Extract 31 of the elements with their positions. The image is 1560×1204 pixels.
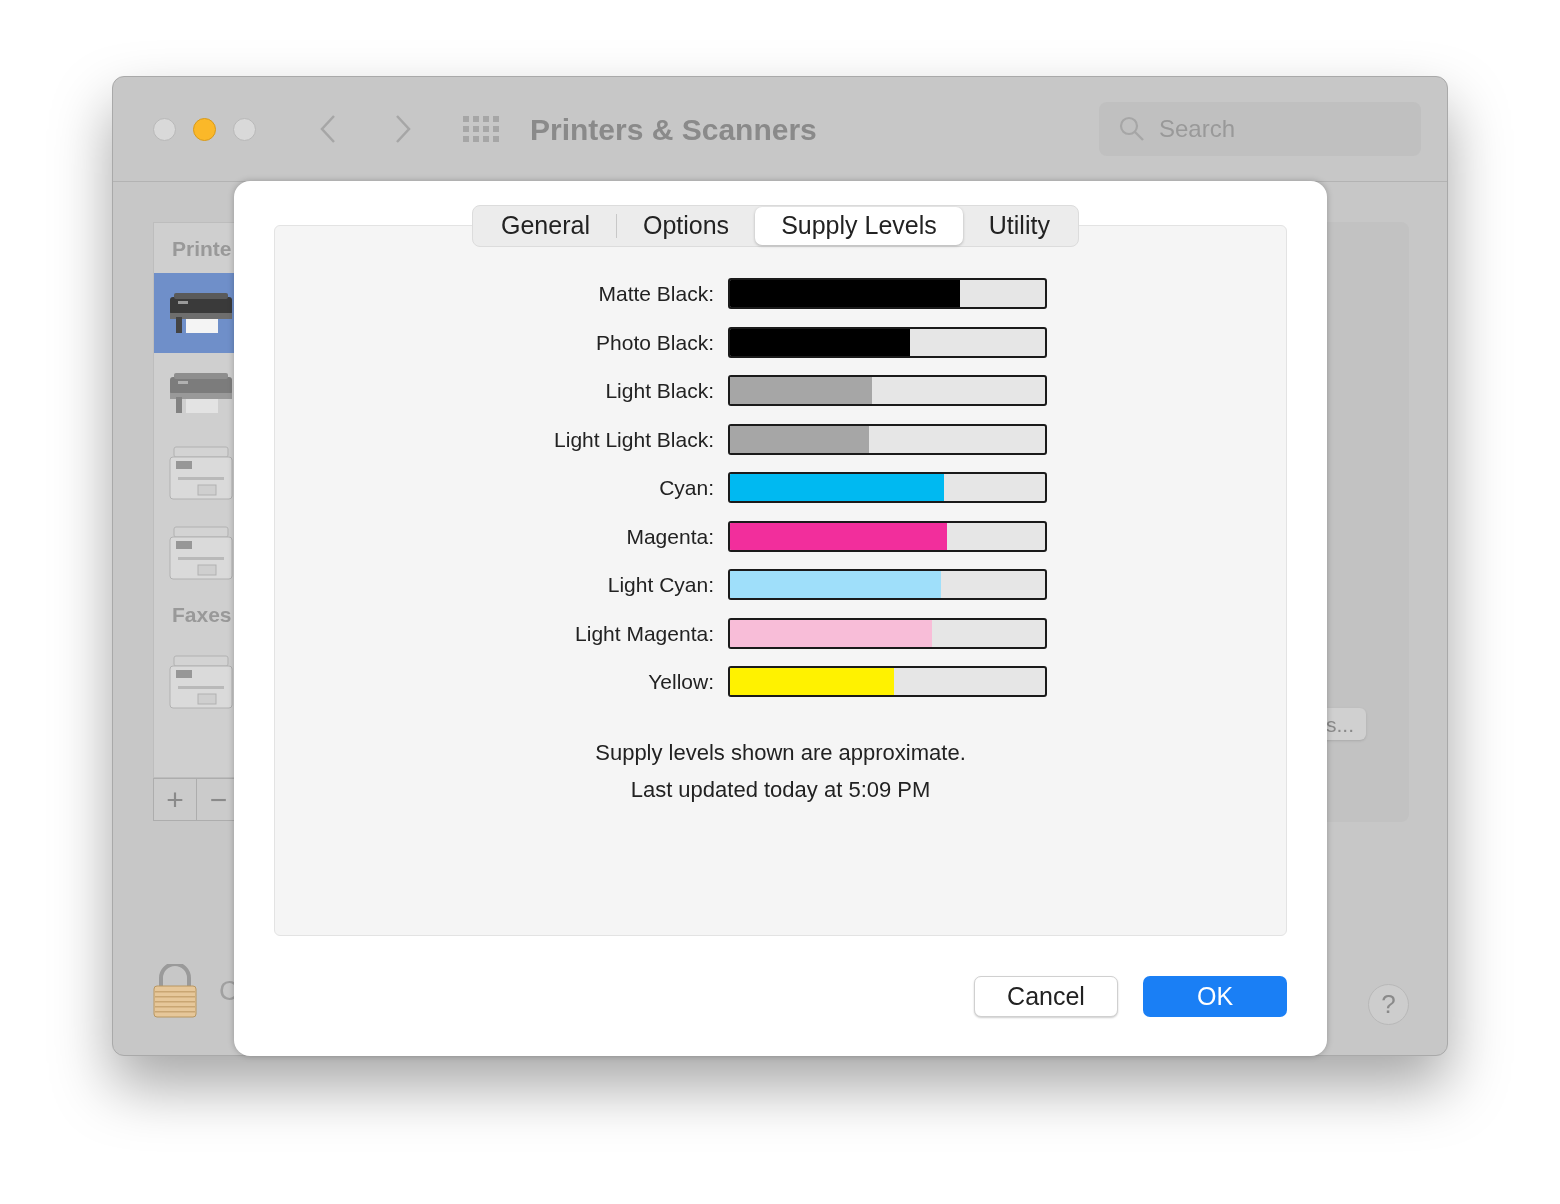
supply-label: Light Light Black: [553, 426, 715, 453]
minimize-button[interactable] [193, 117, 216, 141]
tab[interactable]: Options [616, 207, 756, 245]
forward-icon[interactable] [395, 114, 411, 144]
supply-label: Magenta: [625, 523, 715, 550]
tab[interactable]: Utility [962, 207, 1076, 245]
search-icon [1119, 116, 1145, 142]
printer-icon [168, 444, 234, 501]
zoom-button[interactable] [233, 117, 256, 141]
tab[interactable]: General [475, 207, 616, 245]
supply-label: Light Black: [604, 378, 715, 404]
cancel-button[interactable]: Cancel [974, 976, 1118, 1017]
window-title: Printers & Scanners [530, 111, 817, 148]
supply-label: Cyan: [658, 475, 715, 501]
printer-icon [168, 524, 234, 581]
lock-icon[interactable] [153, 964, 197, 1018]
back-icon[interactable] [320, 114, 336, 144]
grid-icon[interactable] [463, 116, 499, 142]
printer-icon [168, 290, 234, 335]
close-button[interactable] [153, 117, 176, 141]
note-text: Last updated today at 5:09 PM [630, 775, 931, 804]
supply-label: Yellow: [647, 669, 715, 695]
printer-icon [168, 654, 234, 710]
note-text: Supply levels shown are approximate. [595, 738, 966, 767]
supply-label: Photo Black: [595, 329, 715, 356]
ok-button[interactable]: OK [1143, 976, 1287, 1017]
supply-label: Matte Black: [597, 281, 715, 307]
printer-icon [168, 370, 234, 415]
supply-label: Light Magenta: [574, 620, 715, 647]
supply-label: Light Cyan: [606, 572, 715, 598]
tab[interactable]: Supply Levels [755, 207, 963, 245]
